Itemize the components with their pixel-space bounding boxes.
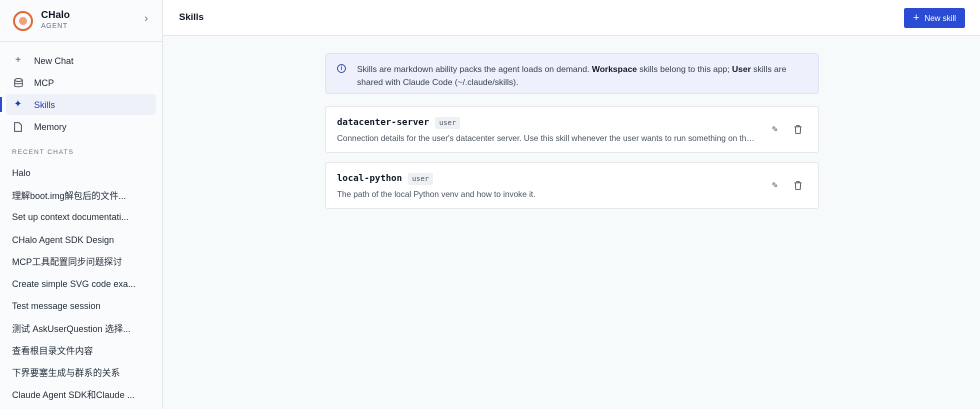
recent-chat-item[interactable]: MCP工具配置同步问题探讨 xyxy=(0,251,162,273)
banner-text-part: skills belong to this app; xyxy=(637,64,733,74)
recent-chat-item[interactable]: 理解boot.img解包后的文件... xyxy=(0,184,162,206)
sidebar-nav: + New Chat MCP ✦ Skills Memory xyxy=(0,50,162,137)
banner-bold-workspace: Workspace xyxy=(591,64,638,74)
recent-chats-list: Halo 理解boot.img解包后的文件... Set up context … xyxy=(0,162,162,406)
plus-icon: + xyxy=(15,55,21,66)
trash-icon[interactable] xyxy=(793,180,803,190)
pencil-icon[interactable]: ✎ xyxy=(770,124,780,134)
recent-chat-item[interactable]: 查看根目录文件内容 xyxy=(0,340,162,362)
sidebar-item-new-chat[interactable]: + New Chat xyxy=(6,50,156,71)
logo-icon xyxy=(13,10,33,31)
banner-text: Skills are markdown ability packs the ag… xyxy=(357,63,806,93)
sidebar-item-mcp[interactable]: MCP xyxy=(6,72,156,93)
sidebar-item-label: MCP xyxy=(34,77,54,88)
new-skill-button[interactable]: + New skill xyxy=(904,8,965,28)
sidebar-item-skills[interactable]: ✦ Skills xyxy=(0,94,156,115)
skill-card[interactable]: datacenter-server user Connection detail… xyxy=(325,106,819,153)
skill-name: local-python xyxy=(337,174,403,184)
scope-badge: user xyxy=(408,173,433,185)
recent-chat-item[interactable]: Create simple SVG code exa... xyxy=(0,273,162,295)
sidebar-item-memory[interactable]: Memory xyxy=(6,116,156,137)
recent-chat-item[interactable]: CHalo Agent SDK Design xyxy=(0,229,162,251)
database-icon xyxy=(12,77,24,88)
file-icon xyxy=(12,121,24,132)
scope-badge: user xyxy=(435,117,460,129)
banner-bold-user: User xyxy=(732,64,751,74)
brand-subtitle: AGENT xyxy=(41,23,68,30)
recent-chat-item[interactable]: Test message session xyxy=(0,295,162,317)
skill-description: Connection details for the user's datace… xyxy=(337,134,759,143)
recent-chat-item[interactable]: Halo xyxy=(0,162,162,184)
plus-icon: + xyxy=(913,11,920,24)
brand-header[interactable]: CHalo AGENT › xyxy=(0,0,162,42)
info-icon: i xyxy=(337,64,346,73)
trash-icon[interactable] xyxy=(793,124,803,134)
chevron-right-icon[interactable]: › xyxy=(144,13,148,25)
top-bar: Skills + New skill xyxy=(163,0,980,36)
skill-card[interactable]: local-python user The path of the local … xyxy=(325,162,819,209)
recent-chats-title: RECENT CHATS xyxy=(12,149,74,156)
new-skill-label: New skill xyxy=(924,13,956,23)
page-title: Skills xyxy=(179,12,204,23)
sidebar: CHalo AGENT › + New Chat MCP ✦ Skills Me… xyxy=(0,0,163,409)
recent-chat-item[interactable]: Set up context documentati... xyxy=(0,206,162,228)
skill-name: datacenter-server xyxy=(337,118,430,128)
recent-chat-item[interactable]: 测试 AskUserQuestion 选择... xyxy=(0,317,162,339)
pencil-icon[interactable]: ✎ xyxy=(770,180,780,190)
sidebar-item-label: Skills xyxy=(34,99,56,110)
recent-chat-item[interactable]: 下界要塞生成与群系的关系 xyxy=(0,362,162,384)
sidebar-item-label: Memory xyxy=(34,121,67,132)
info-banner: i Skills are markdown ability packs the … xyxy=(325,53,819,94)
skill-description: The path of the local Python venv and ho… xyxy=(337,190,536,199)
sparkle-icon: ✦ xyxy=(13,99,23,110)
sidebar-item-label: New Chat xyxy=(34,55,74,66)
brand-name: CHalo xyxy=(41,10,70,21)
banner-text-part: Skills are markdown ability packs the ag… xyxy=(357,64,592,74)
recent-chat-item[interactable]: Claude Agent SDK和Claude ... xyxy=(0,384,162,406)
